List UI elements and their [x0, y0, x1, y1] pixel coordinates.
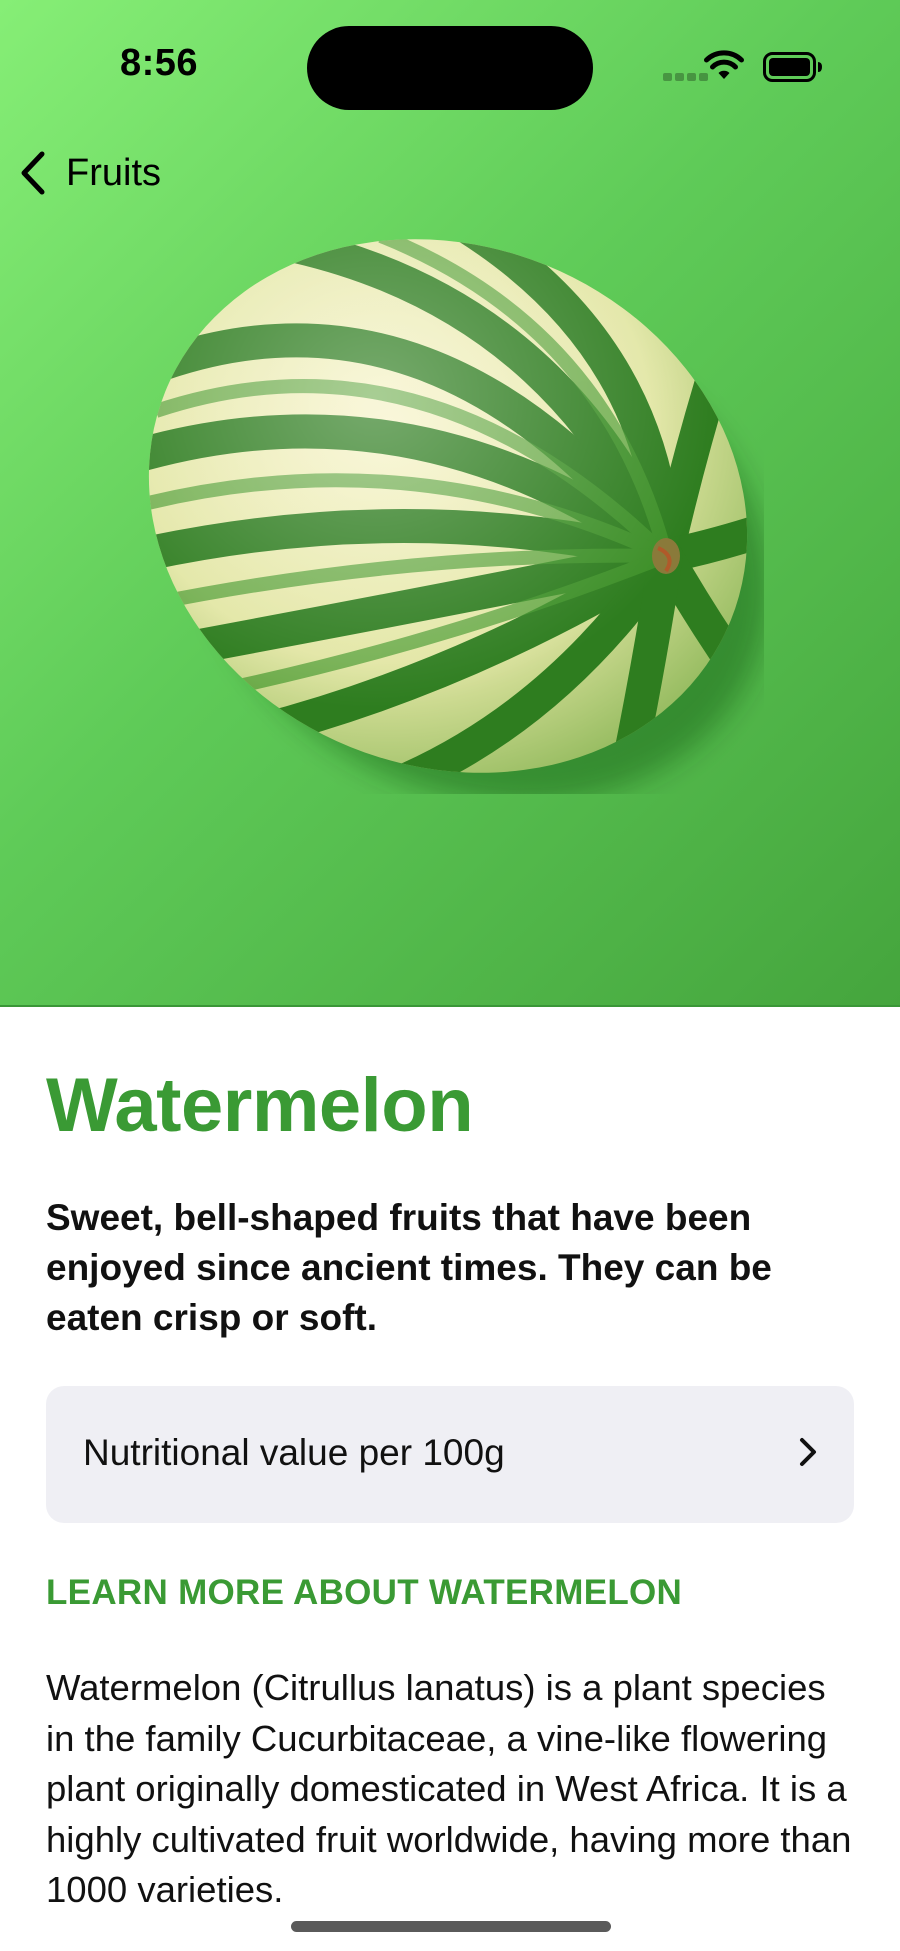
wifi-icon: [704, 50, 744, 79]
back-button-label: Fruits: [66, 151, 161, 194]
hero-header: 8:56 Fruits: [0, 0, 900, 1007]
watermelon-image: [136, 226, 764, 794]
chevron-right-icon: [800, 1438, 816, 1466]
back-button[interactable]: Fruits: [18, 146, 161, 200]
battery-icon: [763, 52, 822, 82]
hero-divider: [0, 1005, 900, 1007]
dynamic-island: [307, 26, 593, 110]
home-indicator[interactable]: [291, 1921, 611, 1932]
fruit-title: Watermelon: [46, 1063, 474, 1148]
nutrition-label: Nutritional value per 100g: [83, 1432, 505, 1473]
chevron-left-icon: [21, 151, 45, 195]
nutrition-button[interactable]: Nutritional value per 100g: [46, 1386, 854, 1523]
fruit-description: Sweet, bell-shaped fruits that have been…: [46, 1197, 772, 1338]
status-time: 8:56: [120, 42, 199, 84]
learn-more-header: LEARN MORE ABOUT WATERMELON: [46, 1573, 683, 1612]
fruit-body-text: Watermelon (Citrullus lanatus) is a plan…: [46, 1667, 852, 1910]
